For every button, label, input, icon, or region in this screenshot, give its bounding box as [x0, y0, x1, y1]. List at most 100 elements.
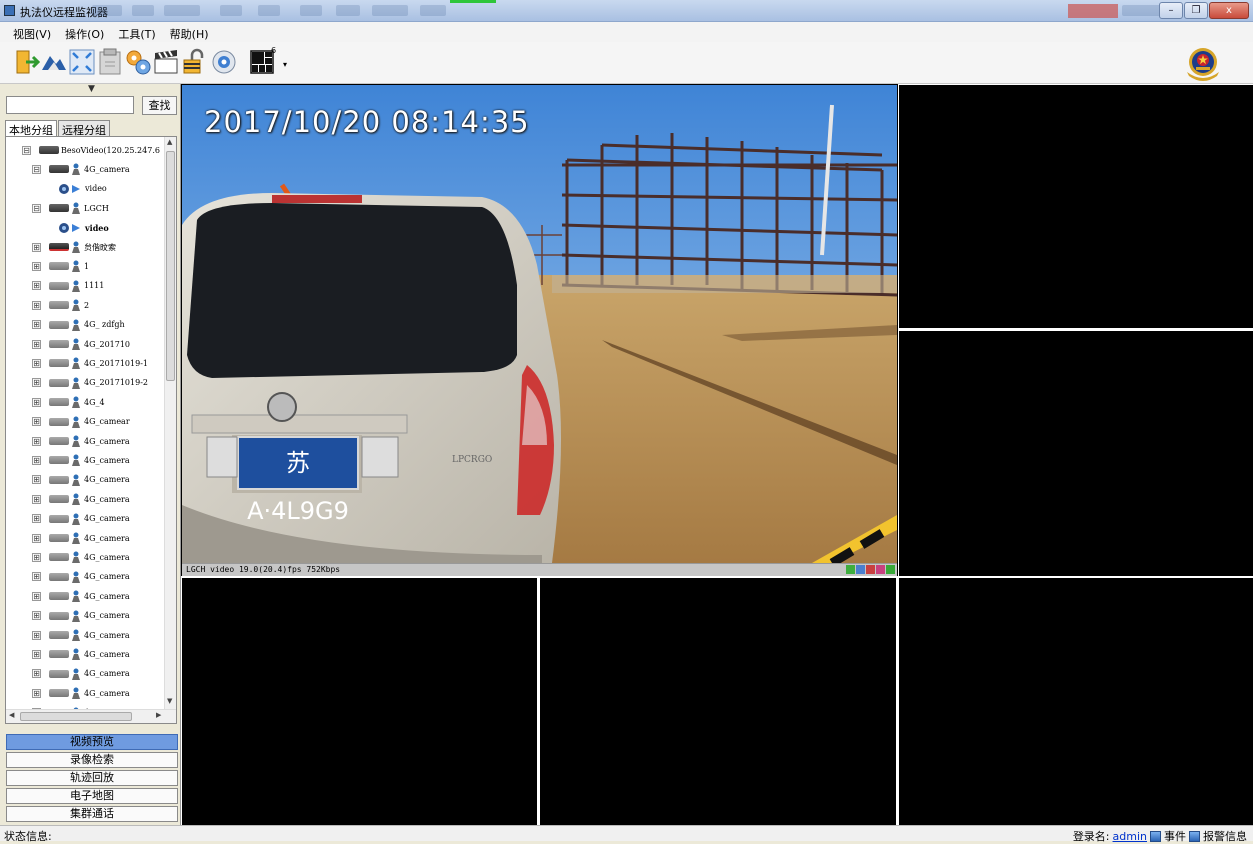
collapse-node-icon[interactable]: ⊟ [32, 164, 41, 174]
alarm-link[interactable]: 报警信息 [1203, 828, 1247, 844]
tree-channel-item[interactable]: video [58, 219, 109, 237]
expand-node-icon[interactable]: ⊞ [32, 300, 41, 310]
tree-device-item[interactable]: ⊞ 2 [32, 296, 89, 314]
system-config-icon[interactable] [210, 48, 238, 76]
menu-help[interactable]: 帮助(H) [163, 22, 216, 42]
tree-device-item[interactable]: ⊞ 4G_camear [32, 413, 130, 431]
expand-node-icon[interactable]: ⊞ [32, 417, 41, 427]
nav-electronic-map[interactable]: 电子地图 [6, 788, 178, 804]
expand-node-icon[interactable]: ⊞ [32, 630, 41, 640]
scroll-left-icon[interactable]: ◀ [9, 711, 14, 719]
tree-device-item[interactable]: ⊞ 4G_20171019-2 [32, 374, 148, 392]
tab-local-group[interactable]: 本地分组 [5, 120, 57, 137]
expand-node-icon[interactable]: ⊞ [32, 242, 41, 252]
tree-device-item[interactable]: ⊞ 4G_camera [32, 490, 130, 508]
expand-node-icon[interactable]: ⊞ [32, 494, 41, 504]
scroll-up-icon[interactable]: ▲ [167, 138, 172, 146]
video-cell-main[interactable]: 苏A·4L9G9 LPCRGO 2017/10/20 08:14:35 LGCH… [181, 84, 898, 576]
expand-node-icon[interactable]: ⊞ [32, 572, 41, 582]
tree-device-item[interactable]: ⊞ 4G_camera [32, 529, 130, 547]
device-config-icon[interactable] [96, 48, 124, 76]
tree-device-item[interactable]: ⊞ 4G_camera [32, 432, 130, 450]
tree-device-item[interactable]: ⊞ 4G_camera [32, 626, 130, 644]
tree-device-item[interactable]: ⊞ 4G_camera [32, 665, 130, 683]
expand-node-icon[interactable]: ⊞ [32, 378, 41, 388]
exit-icon[interactable] [12, 48, 41, 76]
tree-device-item[interactable]: ⊞ 1 [32, 257, 89, 275]
tree-device-item[interactable]: ⊞ 4G_camera [32, 684, 130, 702]
scroll-thumb[interactable] [166, 151, 175, 381]
tree-device-item[interactable]: ⊞ 4G_201710 [32, 335, 130, 353]
tree-device-item[interactable]: ⊞ 4G_ zdfgh [32, 316, 125, 334]
tree-device-item[interactable]: ⊞ 4G_camera [32, 451, 130, 469]
video-cell-2[interactable] [899, 85, 1253, 328]
expand-node-icon[interactable]: ⊞ [32, 261, 41, 271]
expand-node-icon[interactable]: ⊞ [32, 552, 41, 562]
tree-device-item[interactable]: ⊞ 贠偕旼索 [32, 238, 116, 256]
video-cell-6[interactable] [899, 578, 1253, 825]
expand-node-icon[interactable]: ⊞ [32, 339, 41, 349]
nav-cluster-call[interactable]: 集群通话 [6, 806, 178, 822]
expand-node-icon[interactable]: ⊞ [32, 475, 41, 485]
collapse-arrow-icon[interactable]: ▼ [88, 84, 95, 94]
expand-node-icon[interactable]: ⊞ [32, 591, 41, 601]
tree-device-item[interactable]: ⊞ 4G_camera [32, 568, 130, 586]
expand-node-icon[interactable]: ⊞ [32, 611, 41, 621]
minimize-button[interactable]: – [1159, 2, 1183, 19]
refresh-icon[interactable] [846, 565, 855, 574]
settings-gears-icon[interactable] [124, 48, 152, 76]
expand-node-icon[interactable]: ⊞ [32, 358, 41, 368]
menu-view[interactable]: 视图(V) [6, 22, 58, 42]
video-cell-4[interactable] [182, 578, 537, 825]
expand-node-icon[interactable]: ⊞ [32, 514, 41, 524]
scroll-thumb[interactable] [20, 712, 132, 721]
expand-node-icon[interactable]: ⊞ [32, 436, 41, 446]
layout-dropdown-icon[interactable]: ▾ [283, 60, 287, 69]
nav-video-preview[interactable]: 视频预览 [6, 734, 178, 750]
expand-node-icon[interactable]: ⊞ [32, 455, 41, 465]
menu-operation[interactable]: 操作(O) [58, 22, 111, 42]
tree-device-item[interactable]: ⊞ 4G_camera [32, 510, 130, 528]
video-cell-3[interactable] [899, 331, 1253, 576]
record-icon[interactable] [866, 565, 875, 574]
scroll-down-icon[interactable]: ▼ [167, 697, 172, 705]
expand-node-icon[interactable]: ⊞ [32, 533, 41, 543]
tree-device-item[interactable]: ⊞ 4G_camera [32, 548, 130, 566]
audio-icon[interactable] [876, 565, 885, 574]
expand-node-icon[interactable]: ⊞ [32, 281, 41, 291]
tree-device-item[interactable]: ⊟ LGCH [32, 199, 109, 217]
search-button[interactable]: 查找 [142, 96, 177, 115]
snapshot-icon[interactable] [856, 565, 865, 574]
tree-server-item[interactable]: ⊟ BesoVideo(120.25.247.6 [22, 141, 160, 159]
nav-record-search[interactable]: 录像检索 [6, 752, 178, 768]
close-button[interactable]: x [1209, 2, 1249, 19]
tree-device-item[interactable]: ⊞ 4G_camera [32, 645, 130, 663]
expand-node-icon[interactable]: ⊞ [32, 688, 41, 698]
record-clapper-icon[interactable] [152, 48, 180, 76]
tree-device-item[interactable]: ⊞ 4G_camera [32, 587, 130, 605]
tree-device-item[interactable]: ⊞ 4G_camera [32, 471, 130, 489]
tree-device-item[interactable]: ⊟ 4G_camera [32, 160, 130, 178]
tree-device-item[interactable]: ⊞ 4G_20171019-1 [32, 354, 148, 372]
fullscreen-icon[interactable] [68, 48, 96, 76]
collapse-node-icon[interactable]: ⊟ [32, 203, 41, 213]
event-link[interactable]: 事件 [1164, 828, 1186, 844]
tab-remote-group[interactable]: 远程分组 [58, 120, 110, 137]
tree-vertical-scrollbar[interactable]: ▲ ▼ [164, 137, 176, 709]
lock-icon[interactable] [180, 48, 208, 76]
menu-tools[interactable]: 工具(T) [111, 22, 162, 42]
nav-track-playback[interactable]: 轨迹回放 [6, 770, 178, 786]
expand-node-icon[interactable]: ⊞ [32, 669, 41, 679]
scroll-right-icon[interactable]: ▶ [156, 711, 161, 719]
restore-button[interactable]: ❐ [1184, 2, 1208, 19]
expand-node-icon[interactable]: ⊞ [32, 649, 41, 659]
tree-channel-item[interactable]: video [58, 180, 107, 198]
video-cell-5[interactable] [540, 578, 896, 825]
collapse-node-icon[interactable]: ⊟ [22, 145, 31, 155]
expand-node-icon[interactable]: ⊞ [32, 397, 41, 407]
tree-device-item[interactable]: ⊞ 1111 [32, 277, 104, 295]
expand-node-icon[interactable]: ⊞ [32, 320, 41, 330]
search-input[interactable] [6, 96, 134, 114]
close-video-icon[interactable] [886, 565, 895, 574]
live-video-frame[interactable]: 苏A·4L9G9 LPCRGO 2017/10/20 08:14:35 [182, 85, 897, 563]
